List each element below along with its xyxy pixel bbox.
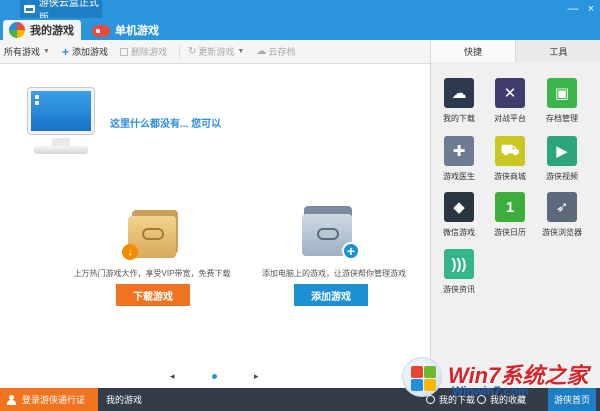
cloud-download-icon: ☁ [444, 78, 474, 108]
shortcut-tile[interactable]: ➶ 游侠浏览器 [542, 192, 582, 238]
tab-label: 我的游戏 [30, 25, 74, 37]
calendar-icon: 1 [495, 192, 525, 222]
title-bar: 游侠云盒正式版 — × [0, 0, 600, 24]
carousel-pager: ◂ ▸ [0, 371, 430, 383]
tile-label: 游侠日历 [494, 228, 526, 237]
crossed-swords-icon: ✕ [495, 78, 525, 108]
panel-tabs: 快捷 工具 [431, 40, 600, 62]
shortcut-tile[interactable]: ✚ 游戏医生 [439, 136, 479, 182]
rocket-icon: ➶ [547, 192, 577, 222]
cloud-save-button[interactable]: ☁ 云存档 [256, 45, 295, 58]
windows-logo-icon [402, 357, 442, 397]
tab-my-games[interactable]: 我的游戏 [3, 20, 81, 40]
button-label: 删除游戏 [130, 47, 167, 57]
tile-label: 对战平台 [494, 114, 526, 123]
shortcut-tile[interactable]: ✕ 对战平台 [490, 78, 530, 124]
red-gamepad-icon [92, 25, 110, 37]
shortcut-tile[interactable]: 1 游侠日历 [490, 192, 530, 238]
video-chat-icon: ▶ [547, 136, 577, 166]
card-description: 添加电脑上的游戏，让游侠帮你管理游戏 [262, 269, 406, 278]
local-folder-icon: + [302, 206, 360, 260]
delete-icon [119, 47, 128, 56]
prev-arrow-icon[interactable]: ◂ [170, 371, 175, 382]
tile-label: 游侠浏览器 [542, 228, 582, 237]
watermark-url: Winwin7.com [452, 384, 529, 398]
pager-dot[interactable] [212, 374, 217, 379]
next-arrow-icon[interactable]: ▸ [254, 371, 259, 382]
tab-tools[interactable]: 工具 [516, 40, 600, 62]
tile-label: 游侠商城 [494, 172, 526, 181]
app-logo-icon [24, 4, 35, 14]
watermark: Win7系统之家 Winwin7.com [400, 353, 600, 399]
puzzle-icon: ◆ [444, 192, 474, 222]
tab-label: 单机游戏 [115, 25, 159, 37]
user-icon [7, 394, 16, 405]
update-game-dropdown[interactable]: ↻ 更新游戏 ▼ [188, 45, 244, 58]
plus-badge-icon: + [342, 242, 360, 260]
all-games-dropdown[interactable]: 所有游戏 ▼ [4, 45, 50, 58]
add-games-button[interactable]: 添加游戏 [294, 284, 368, 306]
minimize-button[interactable]: — [564, 0, 582, 18]
card-description: 上万热门游戏大作，享受VIP带宽，免费下载 [73, 269, 231, 278]
monitor-icon [20, 84, 100, 164]
caret-down-icon: ▼ [43, 48, 50, 55]
quick-panel: 快捷 工具 ☁ 我的下载 ✕ 对战平台 ▣ 存档管理 ✚ 游戏医生 ⛟ 游侠商城 ▶ 游侠视频 ◆ 微信游… [430, 40, 600, 388]
window-controls: — × [564, 0, 600, 18]
button-label: 添加游戏 [71, 47, 108, 57]
tile-label: 存档管理 [546, 114, 578, 123]
rss-icon: ))) [444, 249, 474, 279]
game-toolbar: 所有游戏 ▼ + 添加游戏 删除游戏 ↻ 更新游戏 ▼ ☁ 云存档 [0, 40, 430, 64]
my-games-link[interactable]: 我的游戏 [106, 388, 142, 411]
close-button[interactable]: × [582, 0, 600, 18]
login-button[interactable]: 登录游侠通行证 [0, 388, 98, 411]
download-games-button[interactable]: 下载游戏 [116, 284, 190, 306]
tab-shortcuts[interactable]: 快捷 [431, 40, 516, 62]
add-game-button[interactable]: + 添加游戏 [62, 45, 108, 59]
tile-label: 游戏医生 [443, 172, 475, 181]
tile-label: 我的下载 [443, 114, 475, 123]
app-title-tag: 游侠云盒正式版 [20, 0, 102, 24]
shortcut-tile[interactable]: ▣ 存档管理 [542, 78, 582, 124]
game-folder-icon: ↓ [122, 210, 180, 260]
caret-down-icon: ▼ [237, 48, 245, 55]
download-badge-icon: ↓ [122, 244, 138, 260]
shortcut-tile[interactable]: ⛟ 游侠商城 [490, 136, 530, 182]
add-games-card: + 添加电脑上的游戏，让游侠帮你管理游戏 添加游戏 [254, 206, 414, 308]
tile-label: 微信游戏 [443, 228, 475, 237]
medical-cross-icon: ✚ [444, 136, 474, 166]
download-games-card: ↓ 上万热门游戏大作，享受VIP带宽，免费下载 下载游戏 [72, 206, 232, 308]
button-label: 云存档 [268, 47, 296, 57]
cloud-icon: ☁ [256, 46, 267, 57]
shortcut-tile[interactable]: ▶ 游侠视频 [542, 136, 582, 182]
plus-icon: + [61, 44, 69, 59]
tab-single-games[interactable]: 单机游戏 [90, 20, 170, 40]
shortcut-tile[interactable]: ◆ 微信游戏 [439, 192, 479, 238]
main-tab-bar: 我的游戏 单机游戏 [0, 18, 600, 40]
button-label: 更新游戏 [198, 47, 235, 57]
delete-game-button[interactable]: 删除游戏 [119, 45, 167, 58]
dropdown-label: 所有游戏 [4, 47, 41, 57]
tile-label: 游侠视频 [546, 172, 578, 181]
refresh-icon: ↻ [188, 46, 197, 57]
tile-label: 游侠资讯 [443, 285, 475, 294]
empty-state-message: 这里什么都没有... 您可以 [110, 119, 222, 130]
my-games-content: 这里什么都没有... 您可以 ↓ 上万热门游戏大作，享受VIP带宽，免费下载 下… [0, 64, 430, 388]
colorful-ball-icon [9, 22, 25, 38]
toolbar-divider [179, 45, 180, 58]
gamepad-icon: ▣ [547, 78, 577, 108]
shortcut-tile[interactable]: ☁ 我的下载 [439, 78, 479, 124]
login-label: 登录游侠通行证 [22, 395, 86, 405]
shopping-cart-icon: ⛟ [495, 136, 525, 166]
shortcut-tile[interactable]: ))) 游侠资讯 [439, 249, 479, 295]
